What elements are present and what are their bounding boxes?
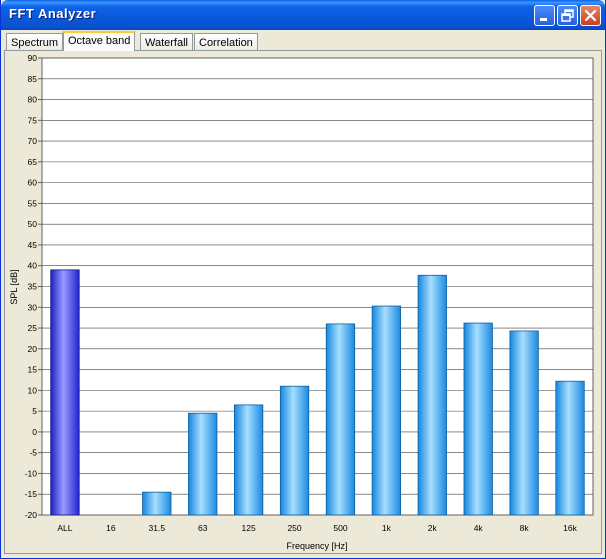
y-tick-label: -5 xyxy=(29,448,37,458)
bar-8k xyxy=(509,330,539,516)
y-tick-label: 45 xyxy=(28,240,38,250)
app-window: FFT Analyzer Spectrum Octave band Waterf… xyxy=(0,0,606,559)
y-tick-label: 50 xyxy=(28,219,38,229)
octave-band-chart: -20 -15 -10 -5 0 5 10 15 20 25 30 35 40 45 50 55 60 65 70 7… xyxy=(9,53,594,551)
bar-250 xyxy=(279,385,310,516)
bar-ALL xyxy=(50,269,80,516)
bar-63 xyxy=(188,412,218,516)
bar-1k xyxy=(371,305,402,516)
y-tick-label: 30 xyxy=(28,302,38,312)
tab-label: Octave band xyxy=(68,35,131,47)
y-tick-label: 60 xyxy=(28,178,38,188)
y-tick-label: 55 xyxy=(28,198,38,208)
y-tick-label: 65 xyxy=(28,157,38,167)
y-tick-label: 10 xyxy=(28,385,38,395)
bar-2k xyxy=(417,274,447,516)
y-axis-label: SPL [dB] xyxy=(9,269,19,304)
tab-octave-band[interactable]: Octave band xyxy=(63,31,136,51)
x-tick-label: 63 xyxy=(198,523,208,533)
x-tick-label: 16 xyxy=(106,523,116,533)
y-tick-label: -15 xyxy=(25,489,38,499)
x-axis-label: Frequency [Hz] xyxy=(286,541,347,551)
y-tick-label: 80 xyxy=(28,95,38,105)
y-tick-label: -10 xyxy=(25,468,38,478)
y-tick-label: 70 xyxy=(28,136,38,146)
bar-500 xyxy=(325,323,356,516)
y-tick-label: 15 xyxy=(28,365,38,375)
x-tick-label: 2k xyxy=(428,523,438,533)
bar-16k xyxy=(555,380,585,516)
x-tick-label: 1k xyxy=(382,523,392,533)
y-tick-label: 35 xyxy=(28,282,38,292)
x-tick-label: 31.5 xyxy=(149,523,166,533)
bar-125 xyxy=(233,404,264,516)
y-tick-label: 40 xyxy=(28,261,38,271)
y-tick-label: 0 xyxy=(32,427,37,437)
x-tick-label: 250 xyxy=(287,523,301,533)
x-tick-label: 500 xyxy=(333,523,347,533)
x-tick-label: ALL xyxy=(57,523,72,533)
x-tick-label: 8k xyxy=(520,523,530,533)
x-tick-label: 4k xyxy=(474,523,484,533)
bar-31_5 xyxy=(142,491,172,516)
y-tick-label: 5 xyxy=(32,406,37,416)
y-tick-label: 20 xyxy=(28,344,38,354)
bar-4k xyxy=(463,322,493,516)
y-tick-label: 75 xyxy=(28,115,38,125)
y-tick-label: 85 xyxy=(28,74,38,84)
y-tick-label: 25 xyxy=(28,323,38,333)
y-tick-label: -20 xyxy=(25,510,38,520)
y-tick-label: 90 xyxy=(28,53,38,63)
x-tick-label: 125 xyxy=(242,523,256,533)
x-tick-label: 16k xyxy=(563,523,577,533)
